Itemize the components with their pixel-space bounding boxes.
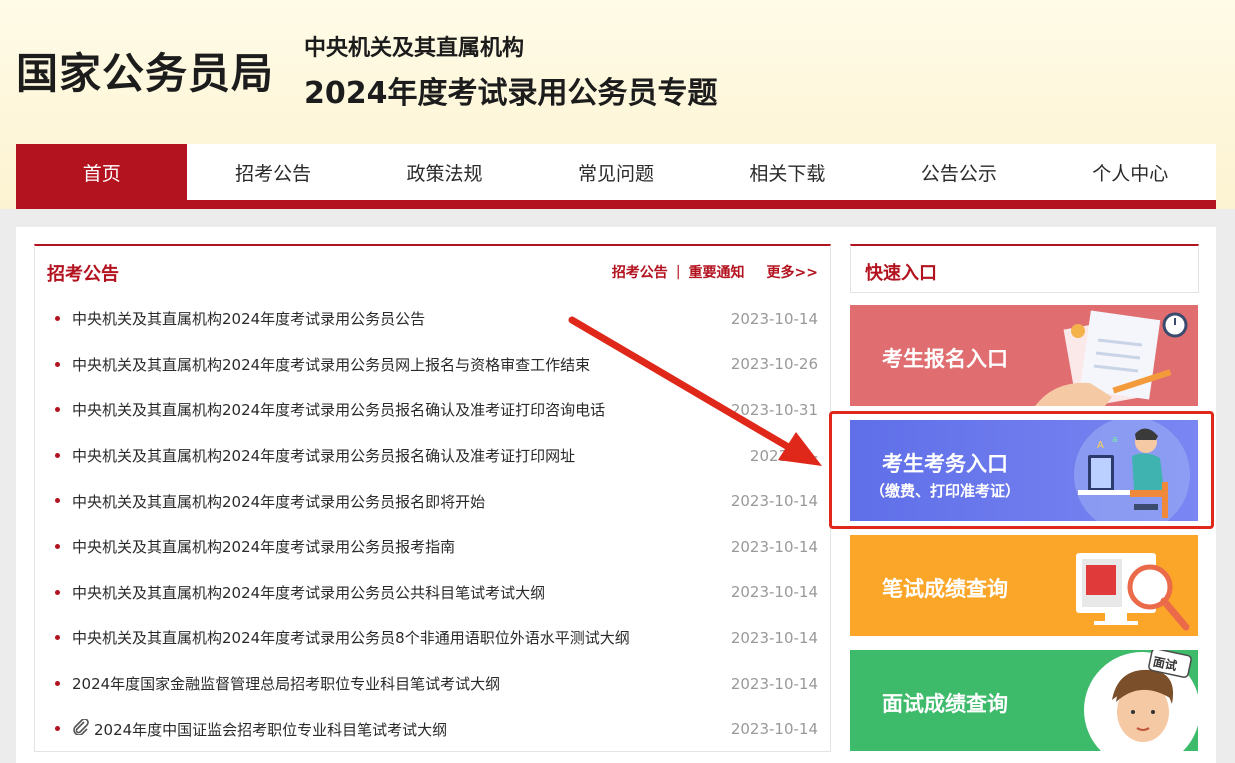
item-date: 2023-10-14 (731, 583, 818, 601)
item-title: 2024年度中国证监会招考职位专业科目笔试考试大纲 (94, 721, 447, 739)
item-date: 2023-10-14 (731, 629, 818, 647)
tile-interview-score[interactable]: 面试 面试成绩查询 (850, 650, 1198, 751)
list-item[interactable]: 中央机关及其直属机构2024年度考试录用公务员报名确认及准考证打印网址 2023-… (35, 433, 830, 479)
tab-separator: | (676, 264, 681, 280)
nav-underline (16, 200, 1216, 209)
item-date: 2023-10-14 (731, 675, 818, 693)
annotation-highlight-box (829, 411, 1214, 529)
panel-title: 招考公告 (47, 260, 119, 286)
tab-announcements[interactable]: 招考公告 (612, 262, 668, 282)
bullet-icon (55, 316, 60, 321)
main-nav: 首页 招考公告 政策法规 常见问题 相关下载 公告公示 个人中心 (16, 144, 1216, 200)
tile-label: 笔试成绩查询 (882, 573, 1008, 603)
bullet-icon (55, 590, 60, 595)
list-item[interactable]: 中央机关及其直属机构2024年度考试录用公务员8个非通用语职位外语水平测试大纲 2… (35, 615, 830, 661)
item-date: 2023-10- (750, 447, 818, 465)
list-item[interactable]: 中央机关及其直属机构2024年度考试录用公务员报名确认及准考证打印咨询电话 202… (35, 387, 830, 433)
nav-item-home[interactable]: 首页 (16, 144, 187, 200)
more-link[interactable]: 更多>> (767, 262, 818, 282)
item-title[interactable]: 中央机关及其直属机构2024年度考试录用公务员公共科目笔试考试大纲 (57, 582, 723, 603)
item-date: 2023-10-14 (731, 310, 818, 328)
list-item[interactable]: 2024年度国家金融监督管理总局招考职位专业科目笔试考试大纲 2023-10-14 (35, 661, 830, 707)
tile-label: 面试成绩查询 (882, 688, 1008, 718)
item-title[interactable]: 中央机关及其直属机构2024年度考试录用公务员报名确认及准考证打印咨询电话 (57, 399, 723, 420)
list-item[interactable]: 中央机关及其直属机构2024年度考试录用公务员报考指南 2023-10-14 (35, 524, 830, 570)
item-title[interactable]: 中央机关及其直属机构2024年度考试录用公务员8个非通用语职位外语水平测试大纲 (57, 627, 723, 648)
list-item[interactable]: 中央机关及其直属机构2024年度考试录用公务员公告 2023-10-14 (35, 296, 830, 342)
item-date: 2023-10-14 (731, 720, 818, 738)
bullet-icon (55, 681, 60, 686)
nav-item-notices[interactable]: 公告公示 (873, 144, 1044, 200)
announcements-panel: 招考公告 招考公告 | 重要通知 更多>> 中央机关及其直属机构2024年度考试… (34, 244, 831, 752)
item-title[interactable]: 中央机关及其直属机构2024年度考试录用公务员网上报名与资格审查工作结束 (57, 354, 723, 375)
bullet-icon (55, 453, 60, 458)
item-title-wrap[interactable]: 2024年度中国证监会招考职位专业科目笔试考试大纲 (57, 719, 723, 740)
bullet-icon (55, 362, 60, 367)
nav-item-policies[interactable]: 政策法规 (359, 144, 530, 200)
item-title[interactable]: 中央机关及其直属机构2024年度考试录用公务员公告 (57, 308, 723, 329)
header-subtitle: 中央机关及其直属机构 (304, 30, 524, 62)
panel-tabs: 招考公告 | 重要通知 更多>> (612, 262, 818, 282)
item-date: 2023-10-26 (731, 355, 818, 373)
tile-written-score[interactable]: 笔试成绩查询 (850, 535, 1198, 636)
item-date: 2023-10-14 (731, 492, 818, 510)
item-date: 2023-10-14 (731, 538, 818, 556)
item-date: 2023-10-31 (731, 401, 818, 419)
list-item[interactable]: 2024年度中国证监会招考职位专业科目笔试考试大纲 2023-10-14 (35, 706, 830, 752)
tile-label: 考生报名入口 (882, 343, 1008, 373)
list-item[interactable]: 中央机关及其直属机构2024年度考试录用公务员公共科目笔试考试大纲 2023-10… (35, 570, 830, 616)
nav-item-faq[interactable]: 常见问题 (530, 144, 701, 200)
site-logo[interactable]: 国家公务员局 (16, 40, 274, 101)
quick-access-title: 快速入口 (865, 259, 937, 285)
list-item[interactable]: 中央机关及其直属机构2024年度考试录用公务员报名即将开始 2023-10-14 (35, 478, 830, 524)
nav-item-user-center[interactable]: 个人中心 (1045, 144, 1216, 200)
bullet-icon (55, 544, 60, 549)
tab-important-notices[interactable]: 重要通知 (689, 262, 745, 282)
header-title: 2024年度考试录用公务员专题 (304, 68, 718, 112)
list-item[interactable]: 中央机关及其直属机构2024年度考试录用公务员网上报名与资格审查工作结束 2023… (35, 342, 830, 388)
item-title[interactable]: 2024年度国家金融监督管理总局招考职位专业科目笔试考试大纲 (57, 673, 723, 694)
item-title[interactable]: 中央机关及其直属机构2024年度考试录用公务员报名确认及准考证打印网址 (57, 445, 742, 466)
item-title[interactable]: 中央机关及其直属机构2024年度考试录用公务员报考指南 (57, 536, 723, 557)
nav-item-downloads[interactable]: 相关下载 (702, 144, 873, 200)
announcement-list: 中央机关及其直属机构2024年度考试录用公务员公告 2023-10-14 中央机关… (35, 296, 830, 752)
tile-registration[interactable]: 考生报名入口 (850, 305, 1198, 406)
nav-item-announcements[interactable]: 招考公告 (187, 144, 358, 200)
quick-access-header: 快速入口 (850, 244, 1199, 293)
paperclip-icon (72, 719, 90, 735)
item-title[interactable]: 中央机关及其直属机构2024年度考试录用公务员报名即将开始 (57, 491, 723, 512)
